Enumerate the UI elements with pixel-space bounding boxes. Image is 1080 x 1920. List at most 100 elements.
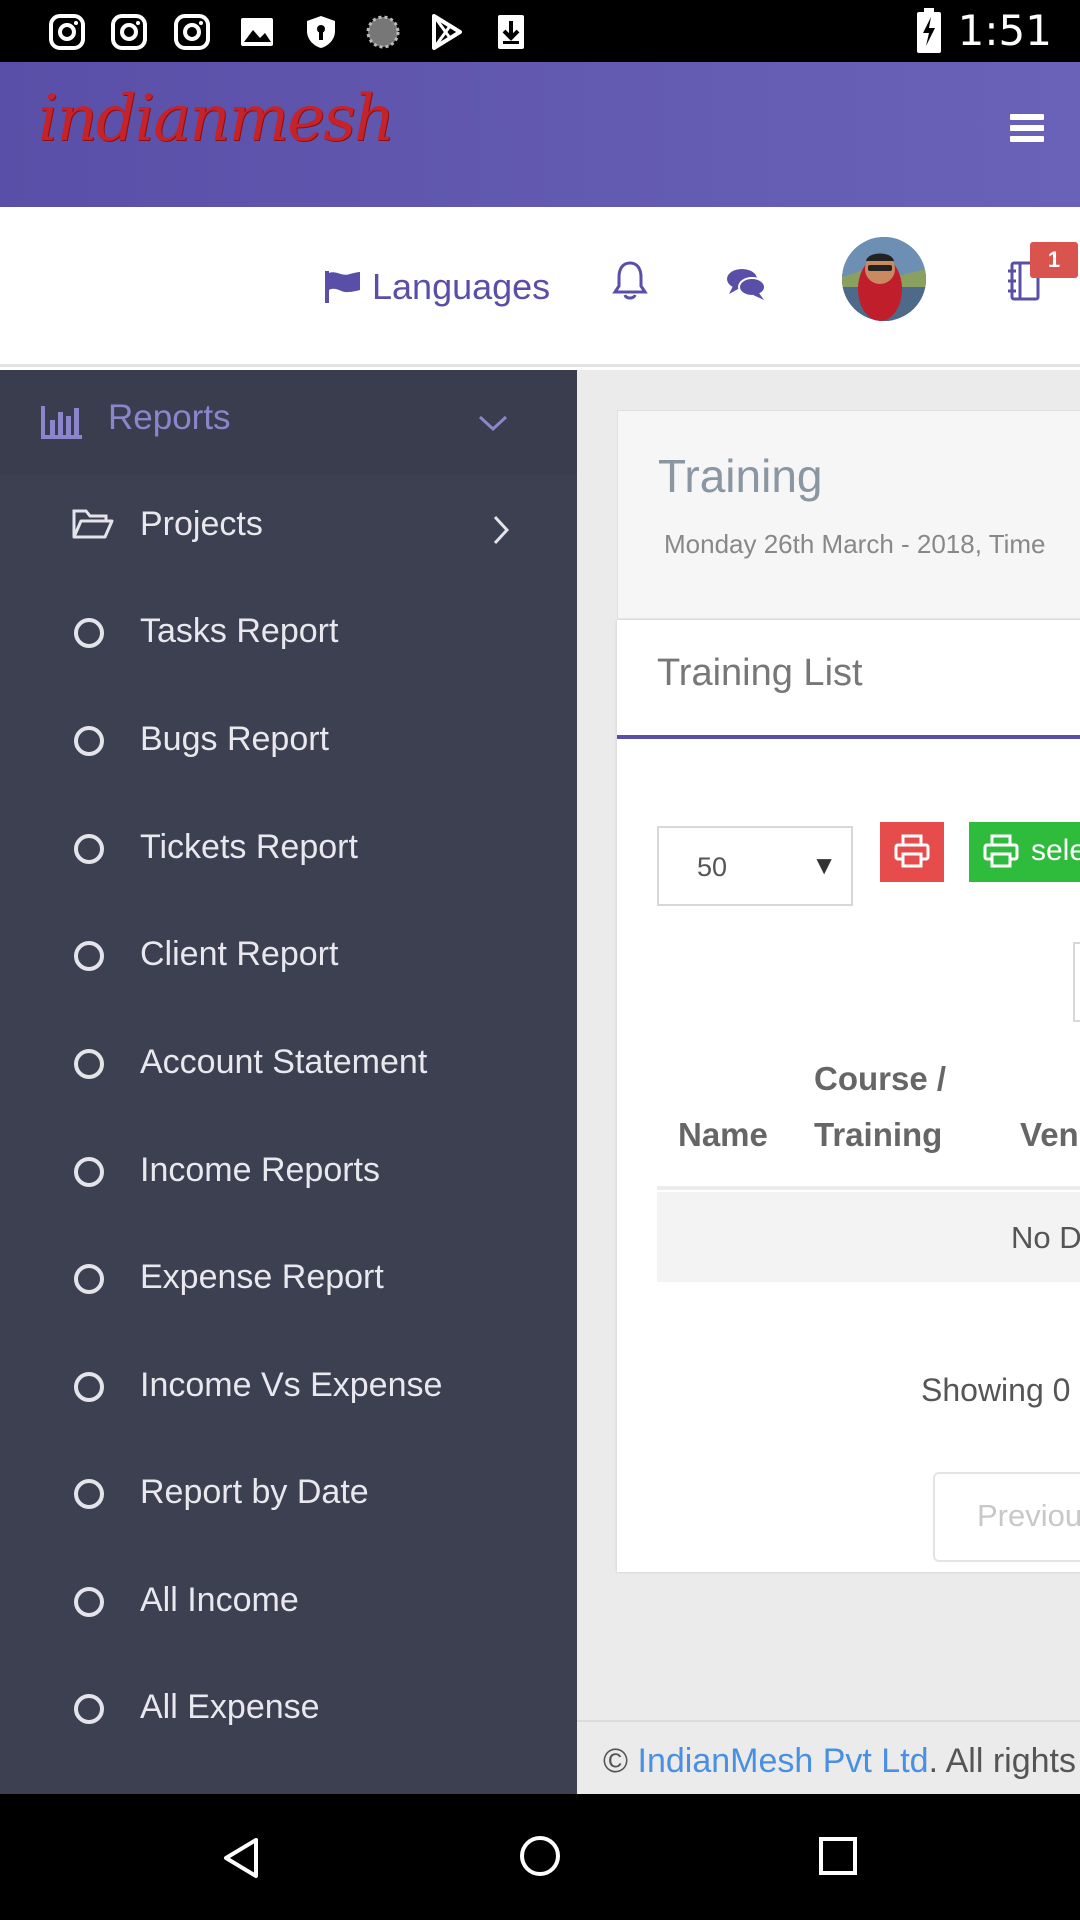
sidebar-item-label: Expense Report	[140, 1258, 384, 1296]
back-icon[interactable]	[220, 1836, 262, 1880]
page-title: Training	[658, 450, 823, 502]
column-header-venue[interactable]: Ven	[1020, 1116, 1079, 1154]
instagram-icon	[111, 14, 147, 50]
print-icon	[983, 834, 1019, 868]
top-navbar: Languages 1	[0, 207, 1080, 367]
circle-icon	[74, 1587, 104, 1617]
folder-open-icon	[72, 509, 114, 539]
circle-icon	[74, 1049, 104, 1079]
sidebar-item-tasks-report[interactable]: Tasks Report	[0, 582, 577, 689]
main-content: Training Monday 26th March - 2018, Time …	[577, 370, 1080, 1794]
sidebar-item-income-reports[interactable]: Income Reports	[0, 1121, 577, 1228]
page-length-select[interactable]: 50 ▼	[657, 826, 853, 906]
circle-icon	[74, 834, 104, 864]
sidebar-item-report-by-date[interactable]: Report by Date	[0, 1443, 577, 1550]
footer-text: © IndianMesh Pvt Ltd. All rights	[603, 1742, 1076, 1781]
bell-icon[interactable]	[611, 259, 649, 301]
status-bar: 1:51	[0, 0, 1080, 62]
download-icon	[498, 15, 524, 49]
circle-icon	[74, 618, 104, 648]
training-list-card: Training List 50 ▼ sele Name Course / Tr…	[617, 620, 1080, 1572]
company-link[interactable]: IndianMesh Pvt Ltd	[638, 1742, 929, 1780]
page-subtitle: Monday 26th March - 2018, Time	[664, 529, 1046, 559]
table-header-divider	[657, 1186, 1080, 1190]
sidebar-item-label: Report by Date	[140, 1473, 369, 1511]
circle-icon	[74, 1372, 104, 1402]
page-length-value: 50	[697, 852, 728, 882]
logo[interactable]: indianmesh	[38, 82, 395, 156]
print-selected-label: sele	[1031, 834, 1080, 867]
app-header: indianmesh	[0, 62, 1080, 207]
circle-icon	[74, 1264, 104, 1294]
notification-badge: 1	[1030, 242, 1078, 278]
column-header-course-line2[interactable]: Training	[814, 1116, 942, 1154]
table-info: Showing 0	[921, 1372, 1071, 1408]
footer-rights: . All rights	[928, 1742, 1076, 1780]
play-store-icon	[432, 14, 462, 50]
sidebar-item-income-vs-expense[interactable]: Income Vs Expense	[0, 1336, 577, 1443]
clock: 1:51	[957, 6, 1052, 55]
sidebar-item-label: Client Report	[140, 935, 339, 973]
copyright-symbol: ©	[603, 1742, 629, 1780]
circle-icon	[74, 1694, 104, 1724]
table-row-empty: No D	[657, 1192, 1080, 1282]
sidebar-item-account-statement[interactable]: Account Statement	[0, 1013, 577, 1120]
column-header-course-line1[interactable]: Course /	[814, 1060, 946, 1098]
sidebar-item-client-report[interactable]: Client Report	[0, 905, 577, 1012]
battery-icon	[917, 8, 941, 53]
sidebar-section-label: Reports	[108, 398, 231, 437]
sidebar-section-reports[interactable]: Reports	[0, 370, 577, 475]
sidebar-item-label: Income Reports	[140, 1151, 380, 1189]
instagram-icon	[49, 14, 85, 50]
circle-icon	[74, 941, 104, 971]
sidebar-item-projects[interactable]: Projects	[0, 475, 577, 582]
chevron-down-icon	[478, 415, 508, 432]
footer: © IndianMesh Pvt Ltd. All rights	[577, 1720, 1080, 1794]
circle-icon	[74, 1157, 104, 1187]
shield-icon	[307, 16, 335, 48]
chevron-right-icon	[493, 515, 510, 545]
avatar[interactable]	[842, 237, 926, 321]
sidebar-item-label: Tickets Report	[140, 828, 358, 866]
caret-down-icon: ▼	[811, 850, 837, 880]
circle-icon	[74, 726, 104, 756]
print-selected-button[interactable]: sele	[969, 822, 1080, 882]
recents-icon[interactable]	[818, 1836, 858, 1876]
sidebar-item-tickets-report[interactable]: Tickets Report	[0, 798, 577, 905]
instagram-icon	[174, 14, 210, 50]
hamburger-icon[interactable]	[1010, 114, 1044, 142]
sidebar-item-label: Projects	[140, 505, 263, 543]
circle-icon	[74, 1479, 104, 1509]
empty-table-text: No D	[1011, 1220, 1080, 1255]
page-header: Training Monday 26th March - 2018, Time	[617, 410, 1080, 618]
sidebar-item-label: Account Statement	[140, 1043, 428, 1081]
sidebar-item-all-expense[interactable]: All Expense	[0, 1658, 577, 1765]
sidebar: Reports Projects Tasks Report Bugs Repor…	[0, 370, 577, 1794]
flag-icon	[325, 271, 360, 303]
sidebar-item-label: Bugs Report	[140, 720, 329, 758]
print-button[interactable]	[880, 822, 944, 882]
sidebar-item-expense-report[interactable]: Expense Report	[0, 1228, 577, 1335]
languages-button[interactable]: Languages	[324, 262, 550, 312]
sidebar-item-label: All Income	[140, 1581, 299, 1619]
image-icon	[241, 18, 273, 46]
column-header-name[interactable]: Name	[678, 1116, 768, 1154]
system-nav-bar	[0, 1794, 1080, 1920]
screen: 1:51 indianmesh Languages 1 Reports Proj…	[0, 0, 1080, 1920]
sidebar-item-bugs-report[interactable]: Bugs Report	[0, 690, 577, 797]
languages-label: Languages	[372, 266, 551, 307]
bar-chart-icon	[41, 406, 82, 439]
sidebar-item-all-income[interactable]: All Income	[0, 1551, 577, 1658]
sidebar-item-label: Income Vs Expense	[140, 1366, 443, 1404]
card-title-underline	[617, 735, 1080, 739]
search-input[interactable]	[1073, 942, 1080, 1022]
previous-page-button[interactable]: Previou	[933, 1472, 1080, 1562]
sidebar-item-label: All Expense	[140, 1688, 320, 1726]
home-icon[interactable]	[518, 1834, 562, 1878]
spinner-icon	[366, 15, 400, 49]
sidebar-item-label: Tasks Report	[140, 612, 339, 650]
print-icon	[894, 834, 930, 868]
previous-page-label: Previou	[977, 1498, 1080, 1533]
chat-icon[interactable]	[725, 266, 767, 302]
card-title: Training List	[657, 652, 863, 694]
